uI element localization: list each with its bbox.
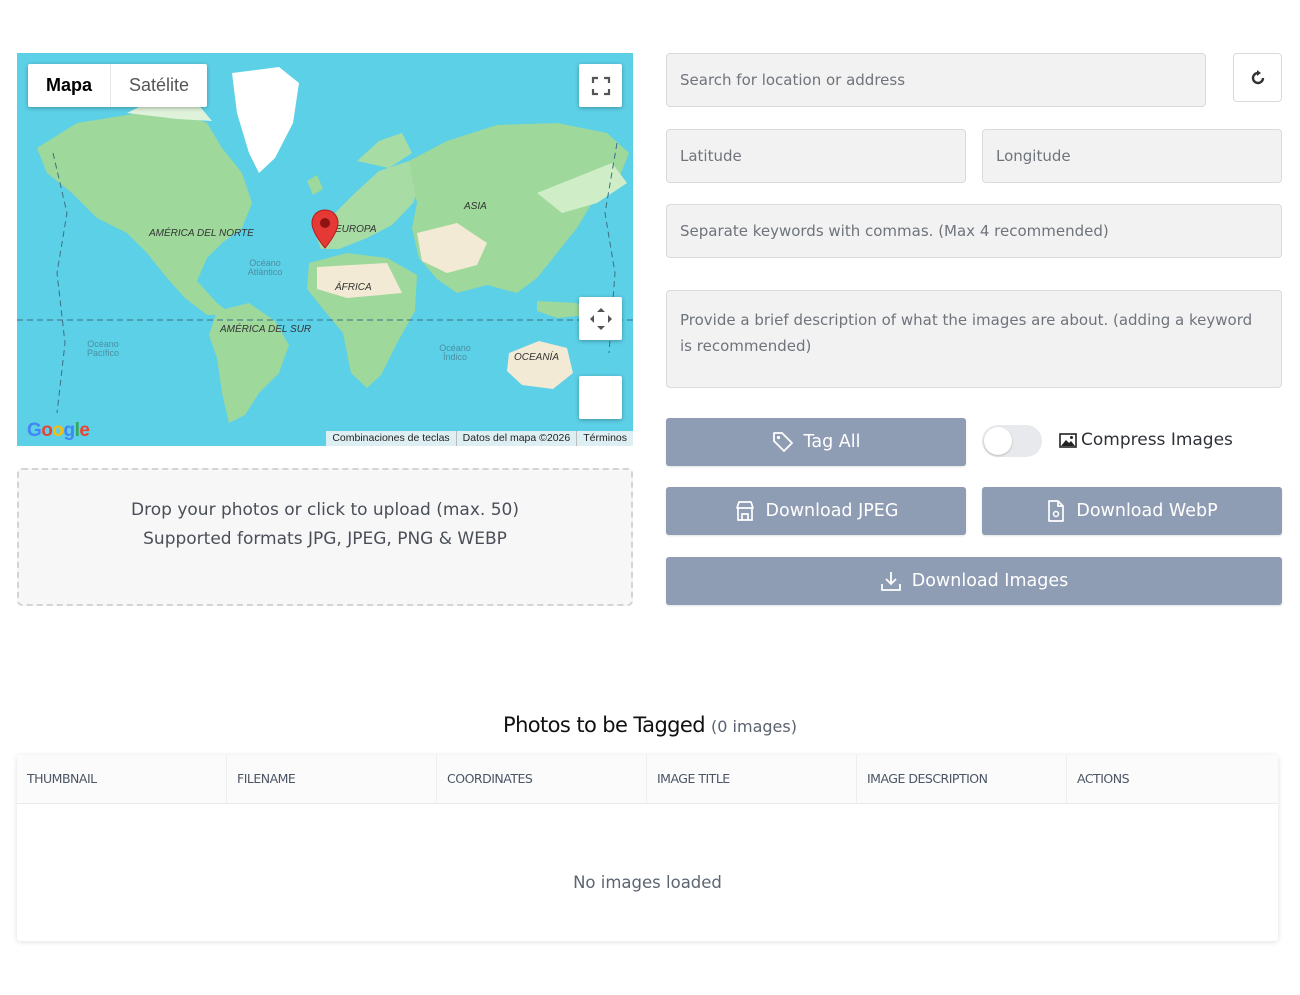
download-icon <box>880 572 901 591</box>
compress-label-text: Compress Images <box>1081 430 1233 450</box>
tag-all-label: Tag All <box>803 432 861 452</box>
camera-control-button[interactable] <box>579 297 622 340</box>
map-data-attribution: Datos del mapa ©2026 <box>455 431 577 446</box>
compress-label: Compress Images <box>1059 430 1233 450</box>
column-image-title: IMAGE TITLE <box>647 755 857 803</box>
map-type-satellite[interactable]: Satélite <box>111 64 207 107</box>
world-map <box>17 67 633 423</box>
label-europe: EUROPA <box>335 224 377 235</box>
store-icon <box>735 501 754 521</box>
section-title: Photos to be Tagged (0 images) <box>0 713 1300 737</box>
label-asia: ASIA <box>464 201 487 212</box>
latitude-input[interactable] <box>666 129 966 183</box>
label-atlantic: Océano Atlántico <box>247 258 283 277</box>
toggle-knob <box>984 427 1012 455</box>
photos-table: THUMBNAIL FILENAME COORDINATES IMAGE TIT… <box>17 755 1278 941</box>
upload-dropzone[interactable]: Drop your photos or click to upload (max… <box>17 468 633 606</box>
table-header: THUMBNAIL FILENAME COORDINATES IMAGE TIT… <box>17 755 1278 804</box>
dropzone-instructions: Drop your photos or click to upload (max… <box>131 500 519 520</box>
label-oceania: OCEANÍA <box>514 352 560 363</box>
column-coordinates: COORDINATES <box>437 755 647 803</box>
keyboard-shortcuts-link[interactable]: Combinaciones de teclas <box>326 431 455 446</box>
column-filename: FILENAME <box>227 755 437 803</box>
compress-toggle[interactable] <box>982 425 1042 457</box>
download-webp-button[interactable]: Download WebP <box>982 487 1282 535</box>
download-images-label: Download Images <box>911 571 1069 591</box>
image-count: (0 images) <box>711 717 797 736</box>
label-south-america: AMÉRICA DEL SUR <box>220 324 312 335</box>
map-type-control: Mapa Satélite <box>28 64 208 107</box>
column-actions: ACTIONS <box>1077 771 1130 786</box>
column-thumbnail: THUMBNAIL <box>17 755 227 803</box>
fullscreen-button[interactable] <box>579 64 622 107</box>
pan-arrows-icon <box>589 307 612 330</box>
tag-all-button[interactable]: Tag All <box>666 418 966 466</box>
label-indian: Océano Índico <box>439 343 471 362</box>
google-logo: Google <box>27 420 90 441</box>
label-pacific: Océano Pacífico <box>86 339 119 358</box>
refresh-icon <box>1251 69 1264 84</box>
longitude-input[interactable] <box>982 129 1282 183</box>
file-icon <box>1048 500 1065 522</box>
dropzone-formats: Supported formats JPG, JPEG, PNG & WEBP <box>143 529 507 549</box>
download-webp-label: Download WebP <box>1076 501 1218 521</box>
table-title: Photos to be Tagged <box>503 713 706 737</box>
location-marker[interactable] <box>311 209 339 249</box>
search-input[interactable] <box>666 53 1206 107</box>
map[interactable]: AMÉRICA DEL NORTE AMÉRICA DEL SUR EUROPA… <box>17 53 633 446</box>
download-jpeg-label: Download JPEG <box>765 501 899 521</box>
map-type-map[interactable]: Mapa <box>28 64 110 107</box>
image-icon <box>1059 432 1077 448</box>
download-jpeg-button[interactable]: Download JPEG <box>666 487 966 535</box>
label-north-america: AMÉRICA DEL NORTE <box>149 228 254 239</box>
tag-icon <box>772 432 793 452</box>
street-view-button[interactable] <box>579 376 622 419</box>
map-footer: Combinaciones de teclas Datos del mapa ©… <box>326 431 633 446</box>
refresh-button[interactable] <box>1233 53 1282 102</box>
description-textarea[interactable] <box>666 290 1282 388</box>
keywords-input[interactable] <box>666 204 1282 258</box>
empty-state: No images loaded <box>573 873 722 892</box>
download-images-button[interactable]: Download Images <box>666 557 1282 605</box>
column-image-description: IMAGE DESCRIPTION <box>857 755 1067 803</box>
fullscreen-icon <box>591 76 610 95</box>
label-africa: ÁFRICA <box>335 282 372 293</box>
terms-link[interactable]: Términos <box>576 431 633 446</box>
